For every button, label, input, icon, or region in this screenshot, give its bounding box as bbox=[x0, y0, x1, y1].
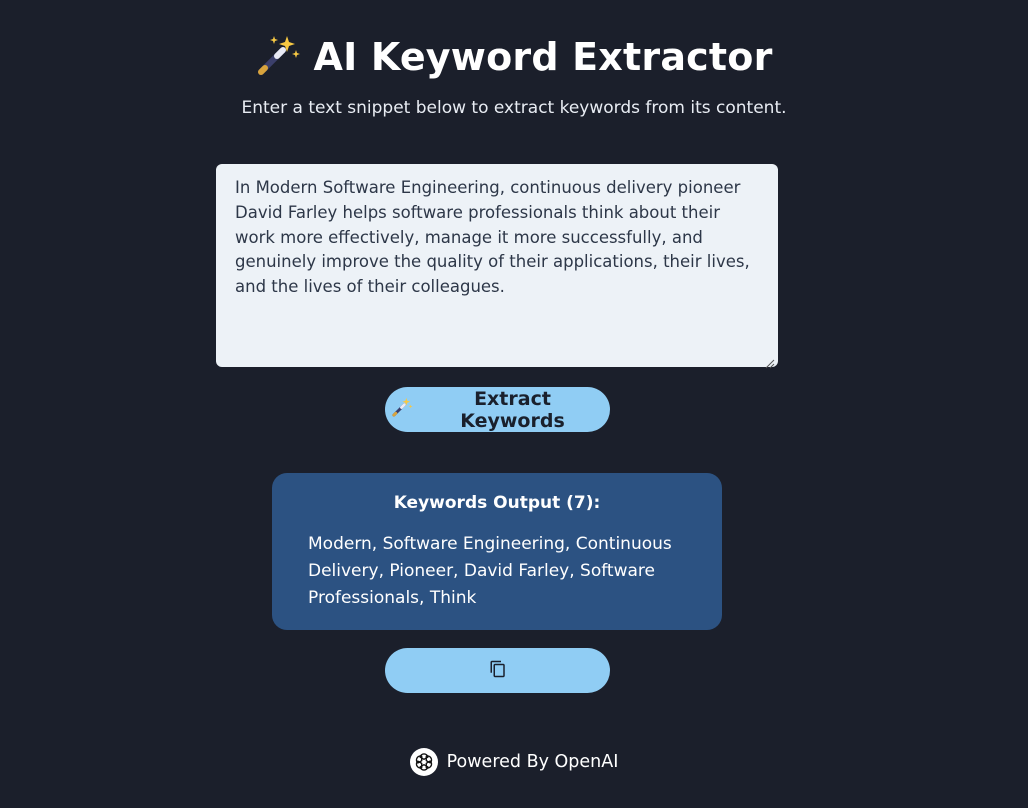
extract-keywords-button[interactable]: Extract Keywords bbox=[385, 387, 610, 432]
title-row: AI Keyword Extractor bbox=[0, 30, 1028, 84]
page-title: AI Keyword Extractor bbox=[313, 35, 773, 79]
header: AI Keyword Extractor Enter a text snippe… bbox=[0, 30, 1028, 118]
extract-keywords-label: Extract Keywords bbox=[460, 387, 565, 432]
page: AI Keyword Extractor Enter a text snippe… bbox=[0, 0, 1028, 808]
footer-powered-by: Powered By OpenAI bbox=[446, 752, 619, 772]
resize-handle-icon[interactable] bbox=[764, 354, 775, 369]
keywords-output-text: Modern, Software Engineering, Continuous… bbox=[308, 534, 672, 608]
openai-logo-icon bbox=[409, 748, 438, 776]
magic-wand-icon bbox=[255, 32, 301, 82]
footer: Powered By OpenAI bbox=[0, 748, 1028, 776]
keywords-output-card: Keywords Output (7): Modern, Software En… bbox=[272, 473, 722, 630]
keywords-output-heading: Keywords Output (7): bbox=[393, 493, 601, 513]
text-snippet-input[interactable]: In Modern Software Engineering, continuo… bbox=[216, 164, 778, 367]
copy-button[interactable] bbox=[385, 648, 610, 693]
copy-icon bbox=[489, 660, 507, 681]
magic-wand-icon bbox=[391, 396, 413, 423]
page-subtitle: Enter a text snippet below to extract ke… bbox=[241, 98, 787, 118]
